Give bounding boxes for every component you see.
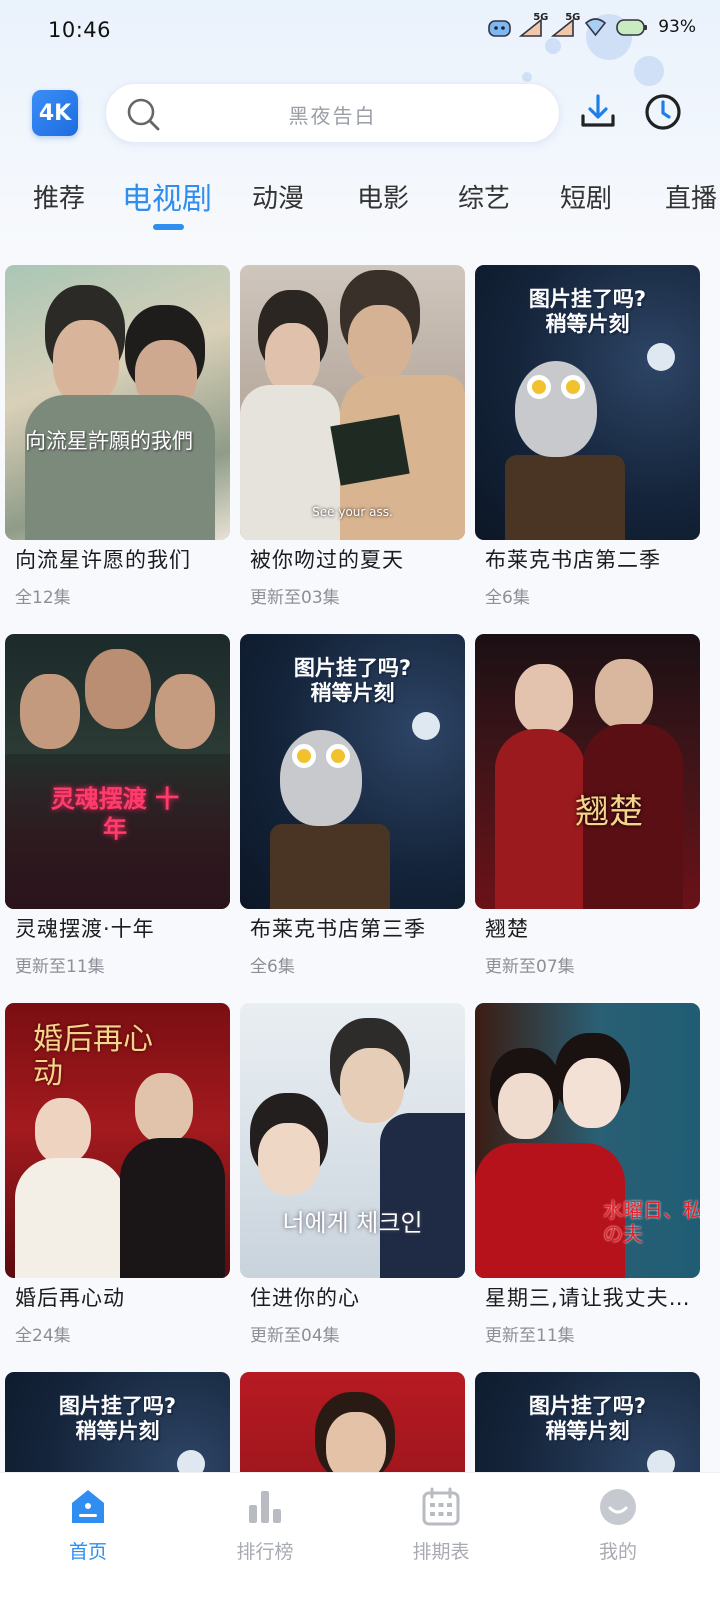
- tab-movie[interactable]: 电影: [357, 178, 409, 215]
- home-icon: [68, 1487, 108, 1527]
- episode-status: 全24集: [15, 1326, 71, 1346]
- poster-image: 向流星許願的我們: [5, 265, 230, 540]
- poster-title-art: 너에게 체크인: [282, 1209, 423, 1237]
- tab-recommend[interactable]: 推荐: [33, 178, 85, 215]
- video-title: 婚后再心动: [15, 1286, 125, 1310]
- tab-anime[interactable]: 动漫: [252, 178, 304, 215]
- placeholder-message: 图片挂了吗? 稍等片刻: [293, 656, 412, 705]
- history-clock-icon[interactable]: [643, 92, 683, 132]
- app-logo[interactable]: 4K: [32, 90, 78, 136]
- tab-tv-series[interactable]: 电视剧: [122, 174, 212, 218]
- placeholder-message: 图片挂了吗? 稍等片刻: [58, 1394, 177, 1443]
- video-title: 被你吻过的夏天: [250, 548, 404, 572]
- signal-5g-icon: 5G: [518, 12, 548, 38]
- episode-status: 全12集: [15, 588, 71, 608]
- poster-image: 灵魂摆渡 十年: [5, 634, 230, 909]
- bottom-navigation: 首页 排行榜 排期表 我的: [0, 1472, 720, 1600]
- placeholder-poster: 图片挂了吗? 稍等片刻: [240, 634, 465, 909]
- active-tab-indicator: [153, 224, 184, 230]
- placeholder-message: 图片挂了吗? 稍等片刻: [528, 287, 647, 336]
- signal-5g-icon: 5G: [550, 12, 580, 38]
- episode-status: 更新至03集: [250, 588, 340, 608]
- nav-ranking[interactable]: 排行榜: [205, 1487, 325, 1564]
- nav-label: 排行榜: [236, 1541, 294, 1563]
- battery-percent: 93%: [658, 17, 696, 37]
- episode-status: 全6集: [250, 957, 295, 977]
- app-logo-text: 4K: [38, 100, 72, 126]
- search-placeholder: 黑夜告白: [288, 104, 377, 128]
- video-title: 向流星许愿的我们: [15, 548, 191, 572]
- episode-status: 全6集: [485, 588, 530, 608]
- poster-title-art: See your ass.: [312, 505, 393, 519]
- status-time: 10:46: [48, 18, 112, 42]
- episode-status: 更新至07集: [485, 957, 575, 977]
- episode-status: 更新至11集: [485, 1326, 575, 1346]
- poster-title-art: 水曜日、私の夫: [603, 1198, 700, 1246]
- nav-profile[interactable]: 我的: [558, 1487, 678, 1564]
- episode-status: 更新至04集: [250, 1326, 340, 1346]
- app-notification-icon: [487, 16, 512, 38]
- status-bar: 10:46 5G 5G 93%: [0, 0, 720, 62]
- poster-image: See your ass.: [240, 265, 465, 540]
- video-title: 星期三,请让我丈夫…: [485, 1286, 691, 1310]
- video-title: 翘楚: [485, 917, 529, 941]
- nav-label: 排期表: [412, 1541, 470, 1563]
- poster-image: 水曜日、私の夫: [475, 1003, 700, 1278]
- ranking-bars-icon: [245, 1487, 285, 1527]
- moon: [412, 712, 440, 740]
- status-icons: 5G 5G 93%: [487, 12, 696, 38]
- poster-image: 婚后再心动: [5, 1003, 230, 1278]
- tab-variety[interactable]: 综艺: [458, 178, 510, 215]
- placeholder-poster: 图片挂了吗? 稍等片刻: [475, 265, 700, 540]
- download-icon[interactable]: [578, 92, 618, 132]
- nav-home[interactable]: 首页: [28, 1487, 148, 1564]
- poster-image: 翘楚: [475, 634, 700, 909]
- nav-label: 首页: [68, 1541, 107, 1563]
- battery-icon: [615, 16, 649, 38]
- nav-schedule[interactable]: 排期表: [381, 1487, 501, 1564]
- episode-status: 更新至11集: [15, 957, 105, 977]
- wifi-icon: [583, 16, 608, 38]
- video-title: 灵魂摆渡·十年: [15, 917, 155, 941]
- poster-title-art: 翘楚: [575, 792, 643, 832]
- profile-icon: [598, 1487, 638, 1527]
- category-tabs: 推荐 电视剧 动漫 电影 综艺 短剧 直播: [0, 170, 720, 240]
- calendar-icon: [421, 1487, 461, 1527]
- search-bar[interactable]: 黑夜告白: [105, 83, 560, 143]
- poster-title-art: 婚后再心动: [33, 1022, 153, 1091]
- nav-label: 我的: [598, 1541, 637, 1563]
- video-title: 布莱克书店第二季: [485, 548, 661, 572]
- poster-title-art: 灵魂摆渡 十年: [50, 785, 180, 843]
- placeholder-message: 图片挂了吗? 稍等片刻: [528, 1394, 647, 1443]
- signal-label: 5G: [565, 12, 581, 23]
- poster-title-art: 向流星許願的我們: [25, 429, 193, 453]
- signal-label: 5G: [533, 12, 549, 23]
- poster-image: 너에게 체크인: [240, 1003, 465, 1278]
- video-title: 布莱克书店第三季: [250, 917, 426, 941]
- tab-live[interactable]: 直播: [665, 178, 717, 215]
- tab-short-drama[interactable]: 短剧: [560, 178, 612, 215]
- decor-bubble: [522, 72, 532, 82]
- moon: [647, 343, 675, 371]
- video-title: 住进你的心: [250, 1286, 360, 1310]
